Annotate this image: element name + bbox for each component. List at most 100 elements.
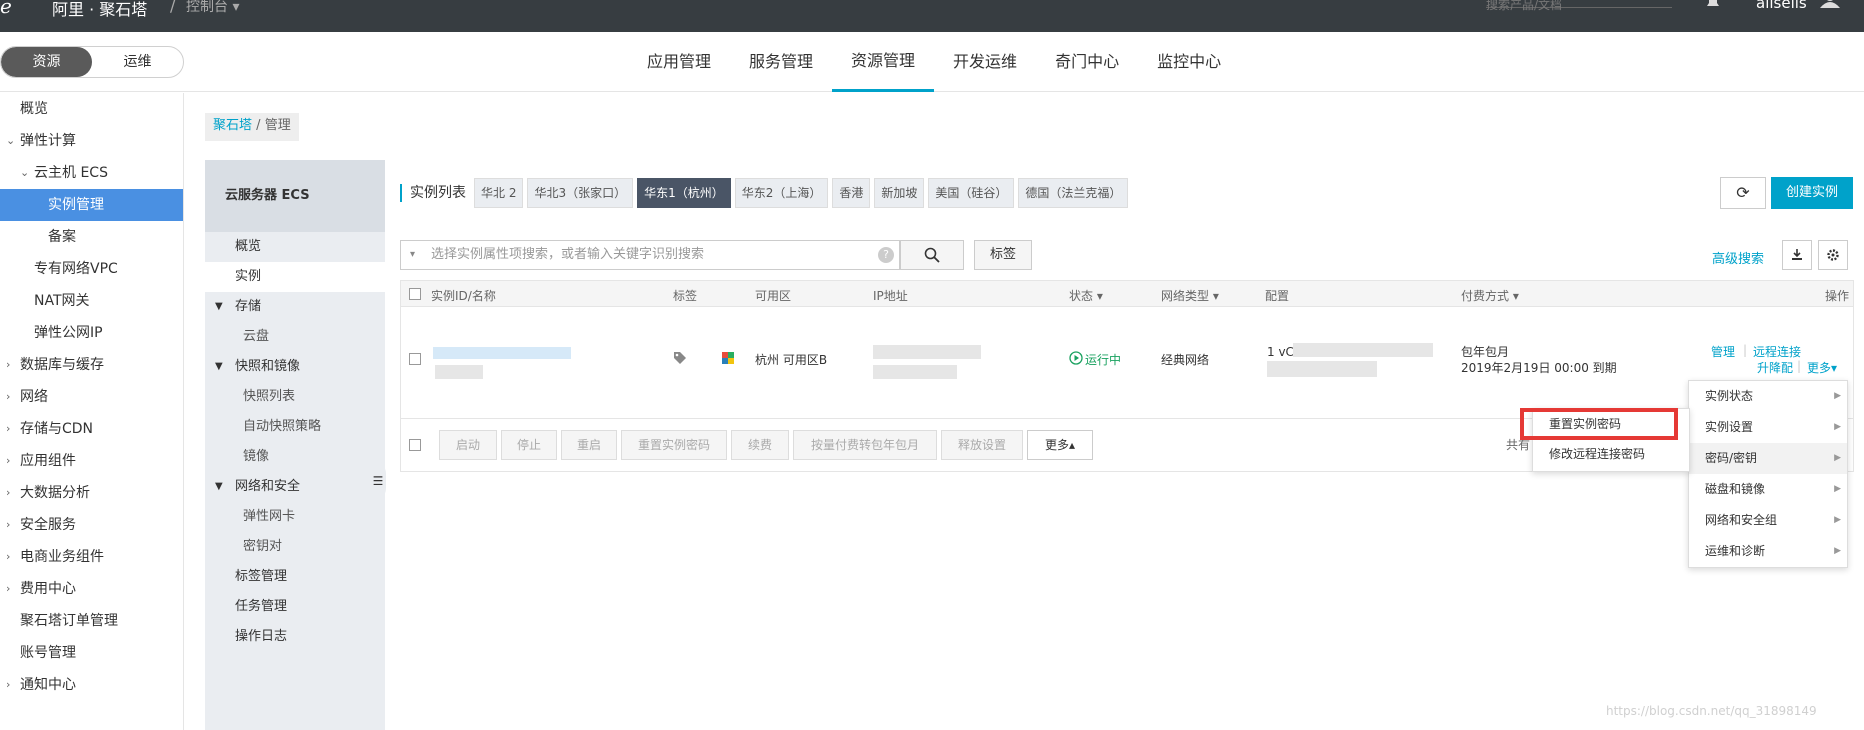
sub-nav-item-13[interactable]: 操作日志 [205,622,385,652]
sub-nav-label: 密钥对 [243,539,283,554]
region-tab-7[interactable]: 德国（法兰克福） [1018,178,1129,208]
dropdown-item-1[interactable]: 实例设置 ▶ [1689,412,1847,443]
convert-billing-button[interactable]: 按量付费转包年包月 [793,430,937,460]
region-tab-1[interactable]: 华北3（张家口） [527,178,634,208]
sub-nav-item-6[interactable]: 自动快照策略 [205,412,385,442]
breadcrumb-link[interactable]: 聚石塔 [213,118,252,133]
remote-connect-link[interactable]: 远程连接 [1753,343,1801,360]
more-actions-link[interactable]: 更多▾ [1807,359,1837,376]
tab-service-management[interactable]: 服务管理 [730,32,832,92]
search-button[interactable] [900,240,964,270]
dropdown-item-5[interactable]: 运维和诊断 ▶ [1689,536,1847,567]
sub-nav-item-0[interactable]: 概览 [205,232,385,262]
product-name[interactable]: 阿里 · 聚石塔 [52,0,147,20]
sidebar-item-3[interactable]: 实例管理 [0,189,183,221]
switch-resources[interactable]: 资源 [1,47,92,77]
sidebar-item-8[interactable]: › 数据库与缓存 [0,349,183,381]
create-instance-button[interactable]: 创建实例 [1771,177,1853,209]
sub-nav-item-7[interactable]: 镜像 [205,442,385,472]
export-button[interactable] [1782,240,1812,270]
select-all-checkbox[interactable] [409,288,421,300]
console-menu[interactable]: 控制台 ▾ [186,0,239,16]
reset-password-button[interactable]: 重置实例密码 [621,430,727,460]
upgrade-link[interactable]: 升降配 [1757,359,1793,376]
sidebar-item-15[interactable]: › 费用中心 [0,573,183,605]
col-status[interactable]: 状态 ▾ [1069,287,1103,304]
help-icon[interactable]: ? [878,247,894,263]
sidebar-item-17[interactable]: 账号管理 [0,637,183,669]
sidebar-item-12[interactable]: › 大数据分析 [0,477,183,509]
bell-icon[interactable] [1704,0,1722,8]
sidebar-item-9[interactable]: › 网络 [0,381,183,413]
region-tab-5[interactable]: 新加坡 [874,178,925,208]
col-pay-type[interactable]: 付费方式 ▾ [1461,287,1519,304]
sub-nav-item-1[interactable]: 实例 [205,262,385,292]
refresh-button[interactable]: ⟳ [1720,177,1766,209]
region-tab-3[interactable]: 华东2（上海） [734,178,829,208]
sidebar-item-label: 聚石塔订单管理 [20,613,118,629]
region-tab-2[interactable]: 华东1（杭州） [637,178,731,208]
restart-button[interactable]: 重启 [561,430,617,460]
region-tab-0[interactable]: 华北 2 [474,178,524,208]
modify-remote-password-item[interactable]: 修改远程连接密码 [1533,439,1689,469]
sidebar-item-13[interactable]: › 安全服务 [0,509,183,541]
public-ip-redacted [873,345,981,359]
user-name[interactable]: allsells [1756,0,1807,12]
sidebar-item-1[interactable]: ⌄ 弹性计算 [0,125,183,157]
mode-switch[interactable]: 资源 运维 [0,46,184,78]
sub-nav-item-12[interactable]: 任务管理 [205,592,385,622]
stop-button[interactable]: 停止 [501,430,557,460]
sub-nav-item-8[interactable]: ▼ 网络和安全 [205,472,385,502]
sidebar-item-4[interactable]: 备案 [0,221,183,253]
sidebar-item-7[interactable]: 弹性公网IP [0,317,183,349]
dropdown-item-label: 网络和安全组 [1705,513,1778,527]
instance-search-input[interactable]: 选择实例属性项搜索，或者输入关键字识别搜索 [400,240,900,270]
tag-filter-button[interactable]: 标签 [974,240,1032,270]
dropdown-item-4[interactable]: 网络和安全组 ▶ [1689,505,1847,536]
sidebar-item-11[interactable]: › 应用组件 [0,445,183,477]
sidebar-item-label: 弹性计算 [20,133,76,149]
global-search-input[interactable]: 搜索产品/文档 [1486,0,1672,12]
dropdown-item-0[interactable]: 实例状态 ▶ [1689,381,1847,412]
row-checkbox[interactable] [409,353,421,365]
col-network[interactable]: 网络类型 ▾ [1161,287,1219,304]
start-button[interactable]: 启动 [439,430,497,460]
sidebar-item-10[interactable]: › 存储与CDN [0,413,183,445]
sidebar-item-label: NAT网关 [34,293,90,309]
sidebar-item-14[interactable]: › 电商业务组件 [0,541,183,573]
sub-nav-item-4[interactable]: ▼ 快照和镜像 [205,352,385,382]
sub-nav-item-10[interactable]: 密钥对 [205,532,385,562]
sub-nav-item-3[interactable]: 云盘 [205,322,385,352]
sub-nav-item-5[interactable]: 快照列表 [205,382,385,412]
sidebar-item-0[interactable]: 概览 [0,93,183,125]
dropdown-item-2[interactable]: 密码/密钥 ▶ [1689,443,1847,474]
footer-select-all-checkbox[interactable] [409,439,421,451]
advanced-search-link[interactable]: 高级搜索 [1712,248,1764,267]
tab-monitor-center[interactable]: 监控中心 [1138,32,1240,92]
switch-ops[interactable]: 运维 [92,47,183,77]
tab-app-management[interactable]: 应用管理 [628,32,730,92]
tab-resource-management[interactable]: 资源管理 [832,32,935,92]
renew-button[interactable]: 续费 [731,430,789,460]
release-settings-button[interactable]: 释放设置 [941,430,1023,460]
batch-more-button[interactable]: 更多▴ [1027,430,1093,460]
sidebar-item-18[interactable]: › 通知中心 [0,669,183,701]
instance-id-redacted[interactable] [433,347,571,359]
tab-devops[interactable]: 开发运维 [934,32,1036,92]
settings-button[interactable] [1818,240,1848,270]
tab-qimen-center[interactable]: 奇门中心 [1036,32,1138,92]
region-tab-4[interactable]: 香港 [832,178,871,208]
region-tab-6[interactable]: 美国（硅谷） [928,178,1015,208]
dropdown-item-3[interactable]: 磁盘和镜像 ▶ [1689,474,1847,505]
sidebar-item-6[interactable]: NAT网关 [0,285,183,317]
search-filter-caret-icon[interactable]: ▾ [410,240,415,270]
sidebar-item-2[interactable]: ⌄ 云主机 ECS [0,157,183,189]
sub-nav-item-2[interactable]: ▼ 存储 [205,292,385,322]
user-avatar-icon[interactable] [1820,0,1840,8]
manage-link[interactable]: 管理 [1711,343,1735,360]
sub-nav-item-11[interactable]: 标签管理 [205,562,385,592]
sidebar-item-16[interactable]: 聚石塔订单管理 [0,605,183,637]
sub-nav-item-9[interactable]: 弹性网卡 [205,502,385,532]
tag-icon[interactable] [673,351,687,365]
sidebar-item-5[interactable]: 专有网络VPC [0,253,183,285]
